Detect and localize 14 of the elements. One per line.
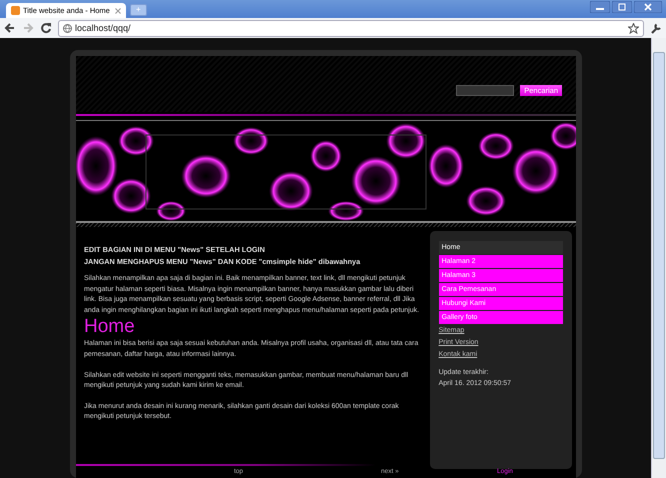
reload-icon[interactable] — [40, 22, 52, 34]
star-icon[interactable] — [628, 22, 639, 34]
wrench-icon[interactable] — [650, 22, 662, 34]
minimize-icon[interactable] — [590, 1, 610, 13]
restore-icon[interactable] — [612, 1, 632, 13]
close-icon[interactable] — [634, 1, 662, 13]
back-arrow-icon[interactable] — [4, 22, 16, 34]
tab-close-icon[interactable] — [115, 8, 121, 14]
search-field[interactable] — [456, 84, 514, 96]
scrollbar[interactable] — [651, 38, 666, 478]
address-field[interactable]: localhost/qqq/ — [58, 20, 644, 36]
globe-icon — [63, 24, 72, 32]
favicon-icon — [11, 6, 20, 15]
page-title: Home — [84, 317, 136, 338]
